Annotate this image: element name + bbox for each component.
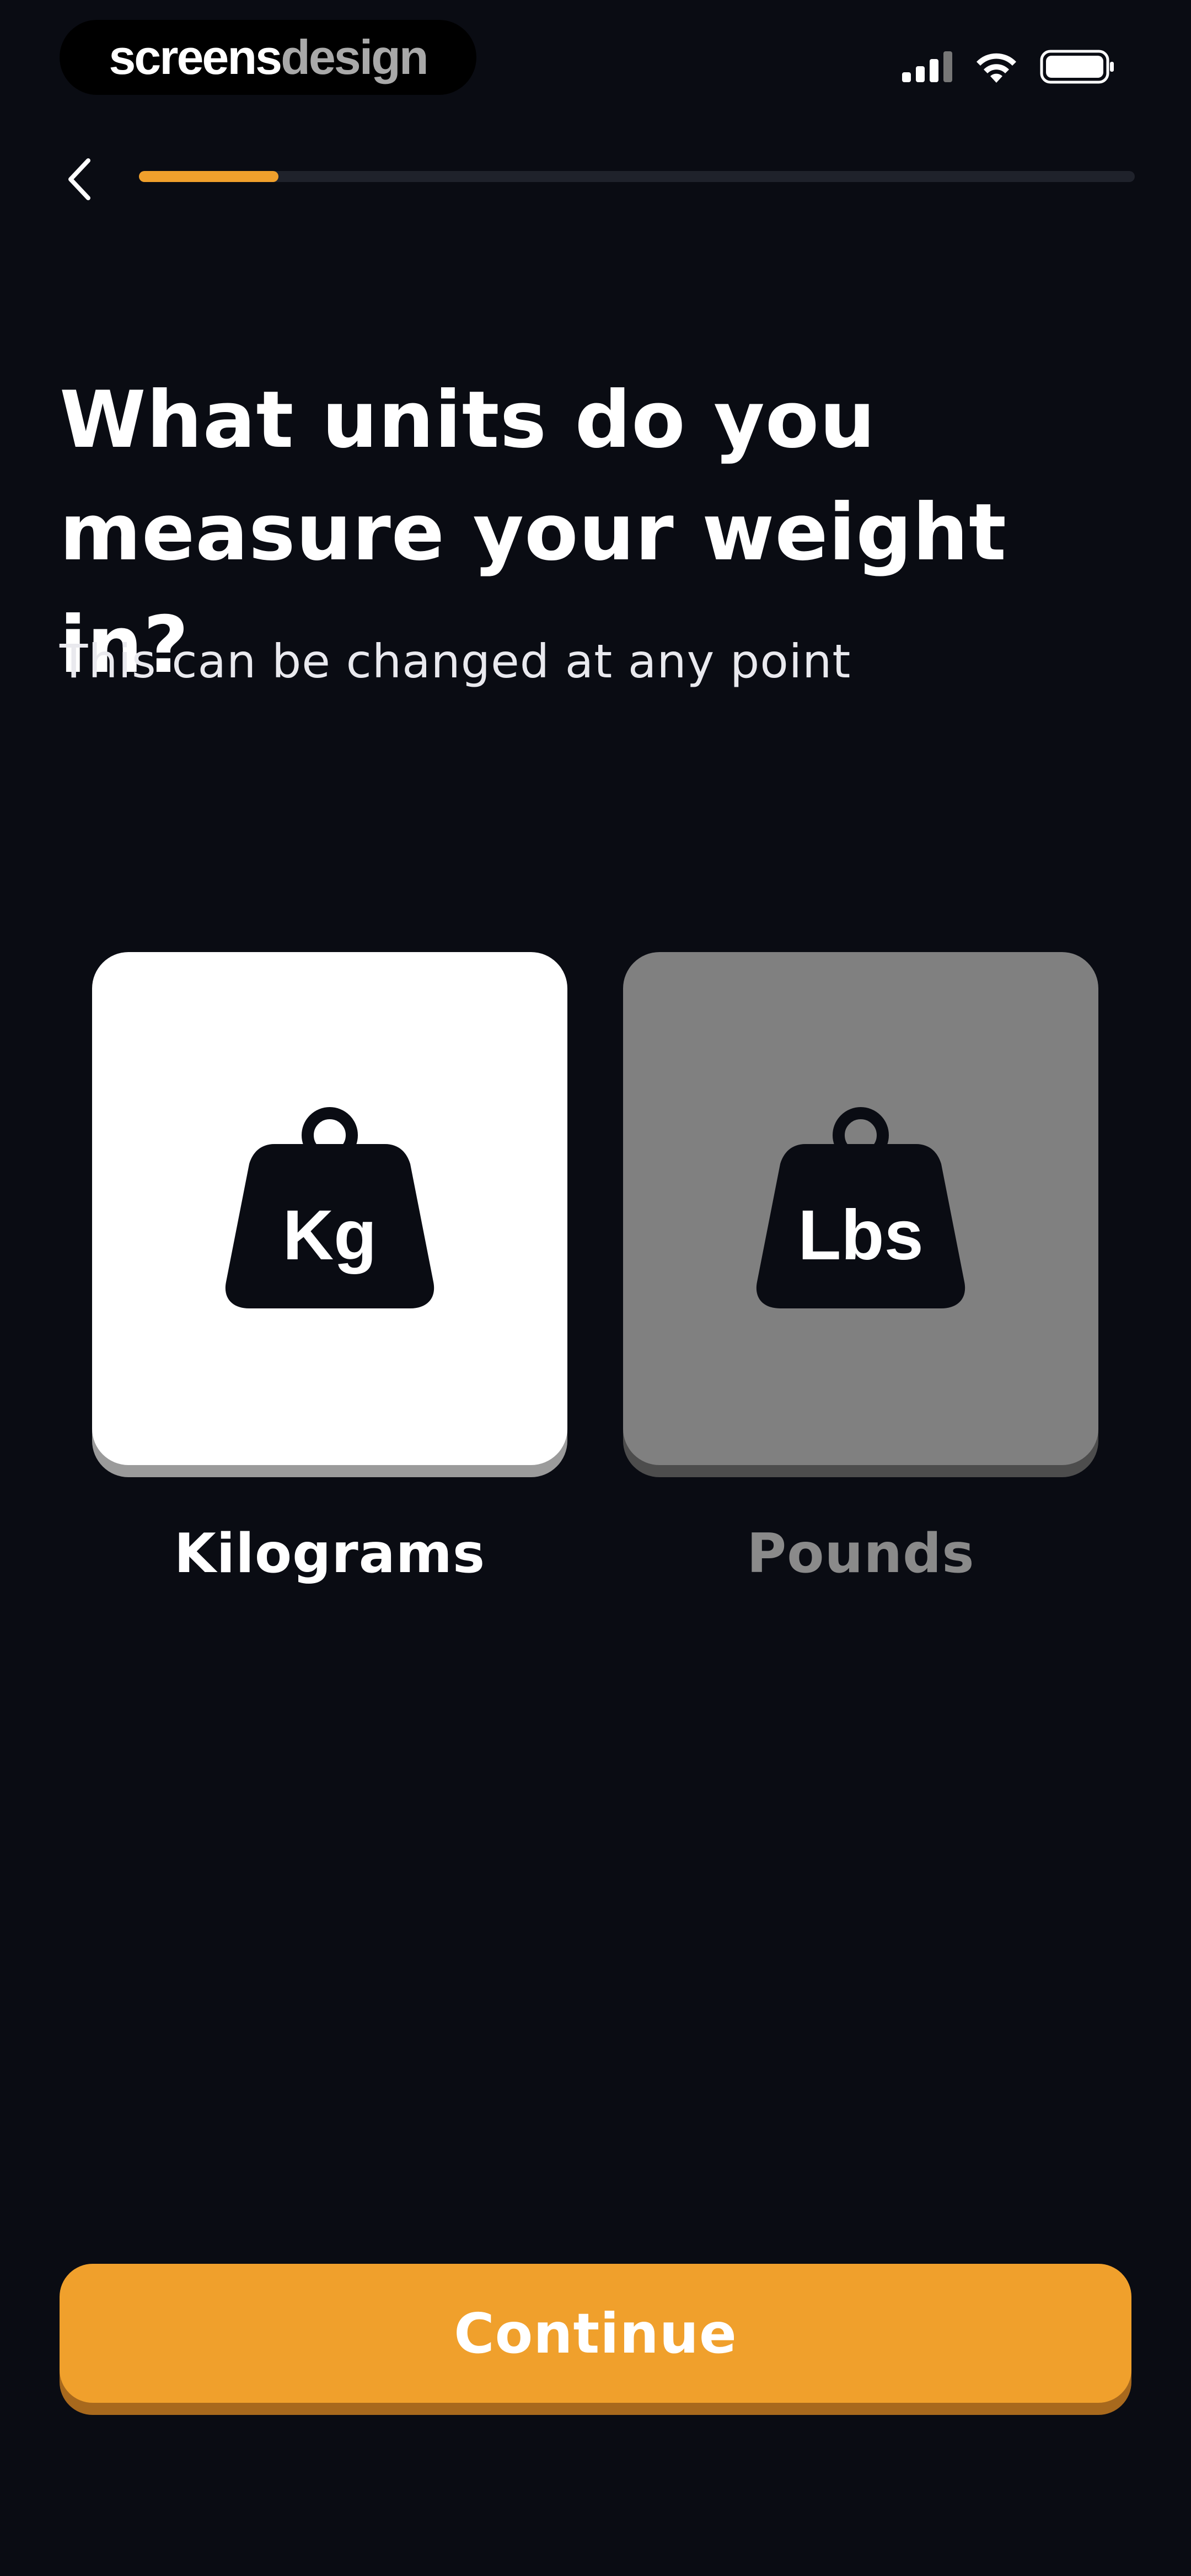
kilograms-option-card[interactable]: Kg [92, 952, 567, 1465]
kettlebell-lbs-icon: Lbs [755, 1107, 967, 1311]
brand-text-secondary: design [281, 30, 429, 84]
lbs-icon-text: Lbs [798, 1196, 924, 1275]
kg-icon-text: Kg [282, 1196, 377, 1275]
status-icons [902, 50, 1115, 84]
pounds-option-card[interactable]: Lbs [623, 952, 1098, 1465]
pounds-option-label[interactable]: Pounds [623, 1522, 1098, 1585]
brand-text-primary: screens [109, 30, 282, 84]
cellular-signal-icon [902, 51, 952, 82]
kettlebell-kg-icon: Kg [224, 1107, 436, 1311]
wifi-icon [977, 53, 1016, 83]
kilograms-option-label[interactable]: Kilograms [92, 1522, 567, 1585]
continue-button[interactable]: Continue [60, 2264, 1131, 2403]
back-button[interactable] [61, 154, 99, 204]
brand-logo: screens design [60, 20, 476, 95]
page-subtitle: This can be changed at any point [60, 634, 851, 688]
battery-icon [1040, 50, 1114, 84]
chevron-left-icon [68, 158, 90, 200]
progress-bar-fill [139, 171, 278, 182]
units-screen: screens design What units do you measure … [0, 0, 1191, 2576]
progress-bar [139, 171, 1135, 182]
